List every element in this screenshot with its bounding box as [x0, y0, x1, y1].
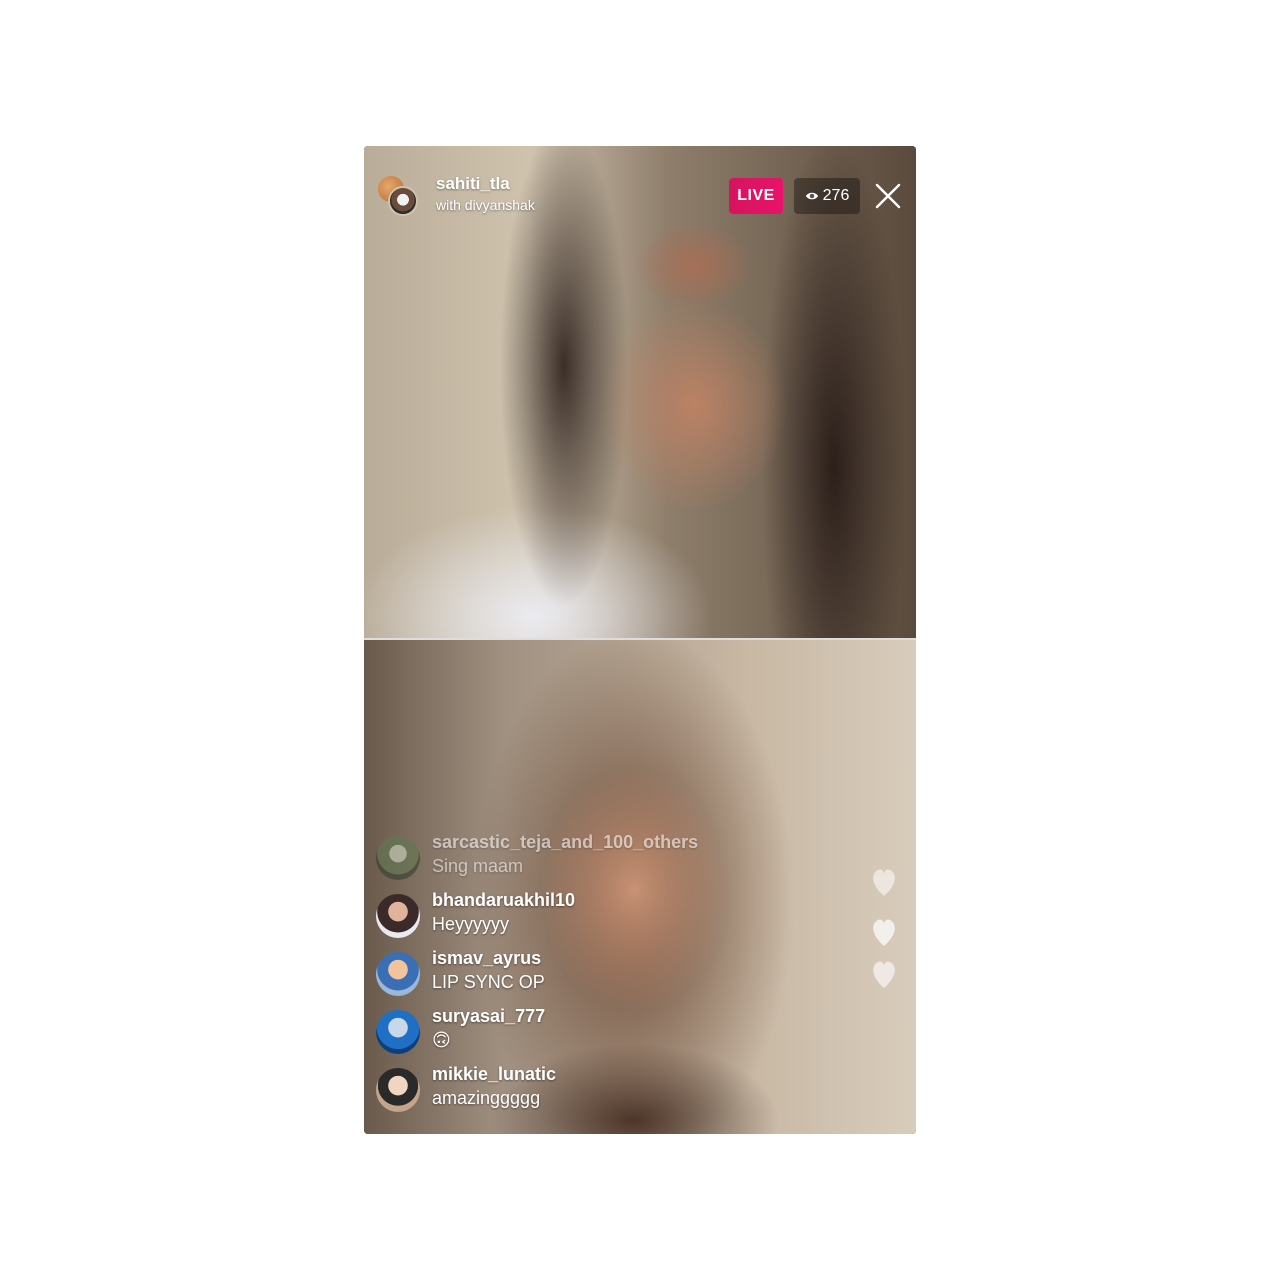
guest-video-feed [364, 640, 916, 1134]
comment-username[interactable]: bhandaruakhil10 [432, 890, 575, 911]
comment-item[interactable]: ismav_ayrus LIP SYNC OP [376, 948, 776, 1000]
comment-username[interactable]: suryasai_777 [432, 1006, 545, 1027]
comment-username[interactable]: mikkie_lunatic [432, 1064, 556, 1085]
comment-text: LIP SYNC OP [432, 972, 545, 992]
comment-item[interactable]: suryasai_777 🙃 [376, 1006, 776, 1058]
host-video-feed [364, 146, 916, 638]
host-username[interactable]: sahiti_tla [436, 174, 510, 194]
comment-text: 🙃 [432, 1030, 451, 1050]
comment-username[interactable]: sarcastic_teja_and_100_others [432, 832, 698, 853]
comment-text: amazinggggg [432, 1088, 541, 1108]
guest-avatar-secondary [388, 186, 418, 216]
heart-icon [873, 869, 895, 988]
comment-item[interactable]: mikkie_lunatic amazinggggg [376, 1064, 776, 1116]
close-icon[interactable] [874, 182, 902, 210]
comment-text: Sing maam [432, 856, 524, 876]
commenter-avatar[interactable] [376, 1010, 420, 1054]
guest-line[interactable]: with divyanshak [436, 197, 535, 213]
comment-item[interactable]: sarcastic_teja_and_100_others Sing maam [376, 832, 776, 884]
live-stream-screen: sahiti_tla with divyanshak LIVE 276 sarc… [364, 146, 916, 1134]
commenter-avatar[interactable] [376, 952, 420, 996]
comment-username[interactable]: ismav_ayrus [432, 948, 541, 969]
comment-item[interactable]: bhandaruakhil10 Heyyyyyy [376, 890, 776, 942]
comment-text: Heyyyyyy [432, 914, 510, 934]
commenter-avatar[interactable] [376, 836, 420, 880]
commenter-avatar[interactable] [376, 894, 420, 938]
live-badge: LIVE [729, 178, 783, 214]
viewer-count-label: 276 [822, 187, 850, 204]
viewer-count[interactable]: 276 [794, 178, 860, 214]
eye-icon [805, 192, 818, 200]
host-avatar[interactable] [378, 176, 418, 216]
commenter-avatar[interactable] [376, 1068, 420, 1112]
